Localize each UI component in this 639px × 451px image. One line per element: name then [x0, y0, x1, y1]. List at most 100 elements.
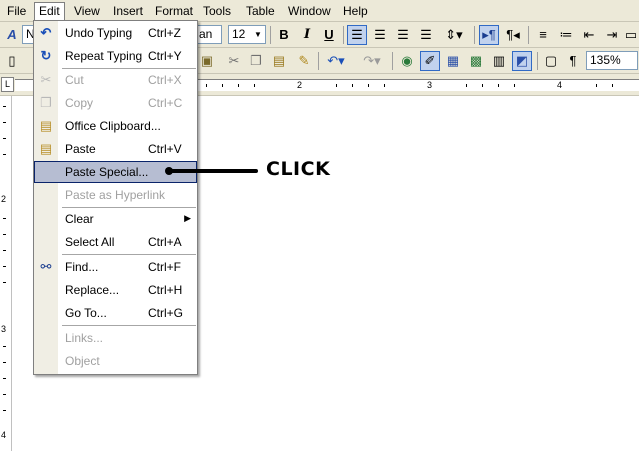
menu-insert[interactable]: Insert — [109, 3, 147, 20]
paste-icon[interactable]: ▤ — [269, 51, 289, 71]
format-painter-icon[interactable]: ✎ — [294, 51, 314, 71]
new-document-icon[interactable]: ▯ — [2, 51, 22, 71]
menu-item-label: Undo Typing — [65, 26, 133, 40]
ruler-tick — [3, 138, 6, 139]
research-icon[interactable]: ▣ — [197, 51, 217, 71]
vertical-ruler: 2 3 4 — [0, 96, 12, 451]
align-right-icon[interactable]: ☰ — [393, 25, 413, 45]
ruler-tick — [3, 250, 6, 251]
menu-item-shortcut: Ctrl+A — [148, 235, 182, 249]
binoculars-icon: ⚯ — [40, 259, 52, 274]
hyperlink-icon[interactable]: ◉ — [397, 51, 417, 71]
menu-separator — [62, 325, 196, 326]
menu-item-undo[interactable]: ↶ Undo Typing Ctrl+Z — [34, 22, 197, 44]
menu-format[interactable]: Format — [151, 3, 197, 20]
bullets-icon[interactable]: ≔ — [556, 25, 576, 45]
ruler-number: 2 — [1, 194, 7, 204]
ruler-tick — [352, 84, 353, 87]
undo-icon[interactable]: ↶▾ — [322, 51, 350, 71]
redo-icon[interactable]: ↷▾ — [358, 51, 386, 71]
menu-edit[interactable]: Edit — [34, 2, 65, 22]
styles-icon[interactable]: A — [2, 25, 22, 45]
line-spacing-icon[interactable]: ⇕▾ — [440, 25, 468, 45]
menu-item-shortcut: Ctrl+C — [148, 96, 183, 110]
numbering-icon[interactable]: ≡ — [533, 25, 553, 45]
menu-item-replace[interactable]: Replace... Ctrl+H — [34, 279, 197, 301]
menu-item-shortcut: Ctrl+X — [148, 73, 182, 87]
menu-item-find[interactable]: ⚯ Find... Ctrl+F — [34, 256, 197, 278]
tables-borders-icon[interactable]: ✐ — [420, 51, 440, 71]
document-map-icon[interactable]: ▢ — [541, 51, 561, 71]
menu-item-label: Copy — [65, 96, 94, 110]
ruler-tick — [3, 410, 6, 411]
menu-item-shortcut: Ctrl+V — [148, 142, 182, 156]
menu-item-office-clipboard[interactable]: ▤ Office Clipboard... — [34, 115, 197, 137]
align-center-icon[interactable]: ☰ — [370, 25, 390, 45]
menu-item-repeat[interactable]: ↻ Repeat Typing Ctrl+Y — [34, 45, 197, 67]
menu-item-label: Cut — [65, 73, 84, 87]
columns-icon[interactable]: ▥ — [489, 51, 509, 71]
show-hide-icon[interactable]: ¶ — [563, 51, 583, 71]
font-combo[interactable]: an — [196, 25, 222, 44]
menu-separator — [62, 254, 196, 255]
annotation-pointer-line — [168, 169, 258, 173]
zoom-combo[interactable]: 135% — [586, 51, 638, 70]
menu-window[interactable]: Window — [284, 3, 335, 20]
menu-tools[interactable]: Tools — [199, 3, 235, 20]
rtl-paragraph-icon[interactable]: ¶◂ — [503, 25, 523, 45]
submenu-arrow-icon: ▶ — [184, 213, 191, 223]
toolbar-separator — [528, 26, 529, 44]
underline-button[interactable]: U — [319, 25, 339, 45]
ruler-number: 2 — [297, 80, 303, 90]
menu-item-label: Paste as Hyperlink — [65, 188, 166, 202]
menu-item-label: Find... — [65, 260, 99, 274]
ruler-tick — [3, 266, 6, 267]
menu-item-links: Links... — [34, 327, 197, 349]
menu-item-copy: ❐ Copy Ctrl+C — [34, 92, 197, 114]
cut-icon[interactable]: ✂ — [224, 51, 244, 71]
insert-table-icon[interactable]: ▦ — [443, 51, 463, 71]
menu-bar: File Edit View Insert Format Tools Table… — [0, 0, 639, 22]
menu-item-label: Paste — [65, 142, 96, 156]
drawing-icon[interactable]: ◩ — [512, 51, 532, 71]
menu-view[interactable]: View — [70, 3, 104, 20]
border-icon[interactable]: ▭ — [624, 25, 638, 45]
menu-item-label: Replace... — [65, 283, 120, 297]
ruler-tick — [3, 394, 6, 395]
justify-icon[interactable]: ☰ — [416, 25, 436, 45]
menu-item-go-to[interactable]: Go To... Ctrl+G — [34, 302, 197, 324]
ruler-tick — [3, 218, 6, 219]
copy-icon[interactable]: ❐ — [246, 51, 266, 71]
menu-item-paste-as-hyperlink: Paste as Hyperlink — [34, 184, 197, 206]
insert-spreadsheet-icon[interactable]: ▩ — [466, 51, 486, 71]
menu-file[interactable]: File — [3, 3, 30, 20]
edit-menu: ↶ Undo Typing Ctrl+Z ↻ Repeat Typing Ctr… — [33, 20, 198, 375]
menu-item-clear[interactable]: Clear ▶ — [34, 208, 197, 230]
menu-item-label: Go To... — [65, 306, 107, 320]
menu-item-select-all[interactable]: Select All Ctrl+A — [34, 231, 197, 253]
align-left-icon[interactable]: ☰ — [347, 25, 367, 45]
tab-selector[interactable]: L — [1, 77, 14, 92]
ruler-tick — [3, 234, 6, 235]
repeat-icon: ↻ — [40, 48, 52, 63]
ruler-tick — [3, 106, 6, 107]
toolbar-separator — [392, 52, 393, 70]
ruler-number: 3 — [1, 324, 7, 334]
menu-table[interactable]: Table — [242, 3, 279, 20]
menu-item-shortcut: Ctrl+G — [148, 306, 184, 320]
font-size-combo[interactable]: 12 ▼ — [228, 25, 266, 44]
menu-item-label: Office Clipboard... — [65, 119, 161, 133]
cut-icon: ✂ — [40, 72, 52, 87]
font-combo-value: an — [199, 27, 213, 41]
menu-item-label: Links... — [65, 331, 104, 345]
ruler-tick — [254, 84, 255, 87]
italic-button[interactable]: I — [297, 25, 317, 45]
ltr-paragraph-icon[interactable]: ▸¶ — [479, 25, 499, 45]
decrease-indent-icon[interactable]: ⇤ — [579, 25, 599, 45]
menu-help[interactable]: Help — [339, 3, 372, 20]
ruler-tick — [3, 122, 6, 123]
bold-button[interactable]: B — [274, 25, 294, 45]
increase-indent-icon[interactable]: ⇥ — [602, 25, 622, 45]
menu-item-paste[interactable]: ▤ Paste Ctrl+V — [34, 138, 197, 160]
ruler-tick — [222, 84, 223, 87]
